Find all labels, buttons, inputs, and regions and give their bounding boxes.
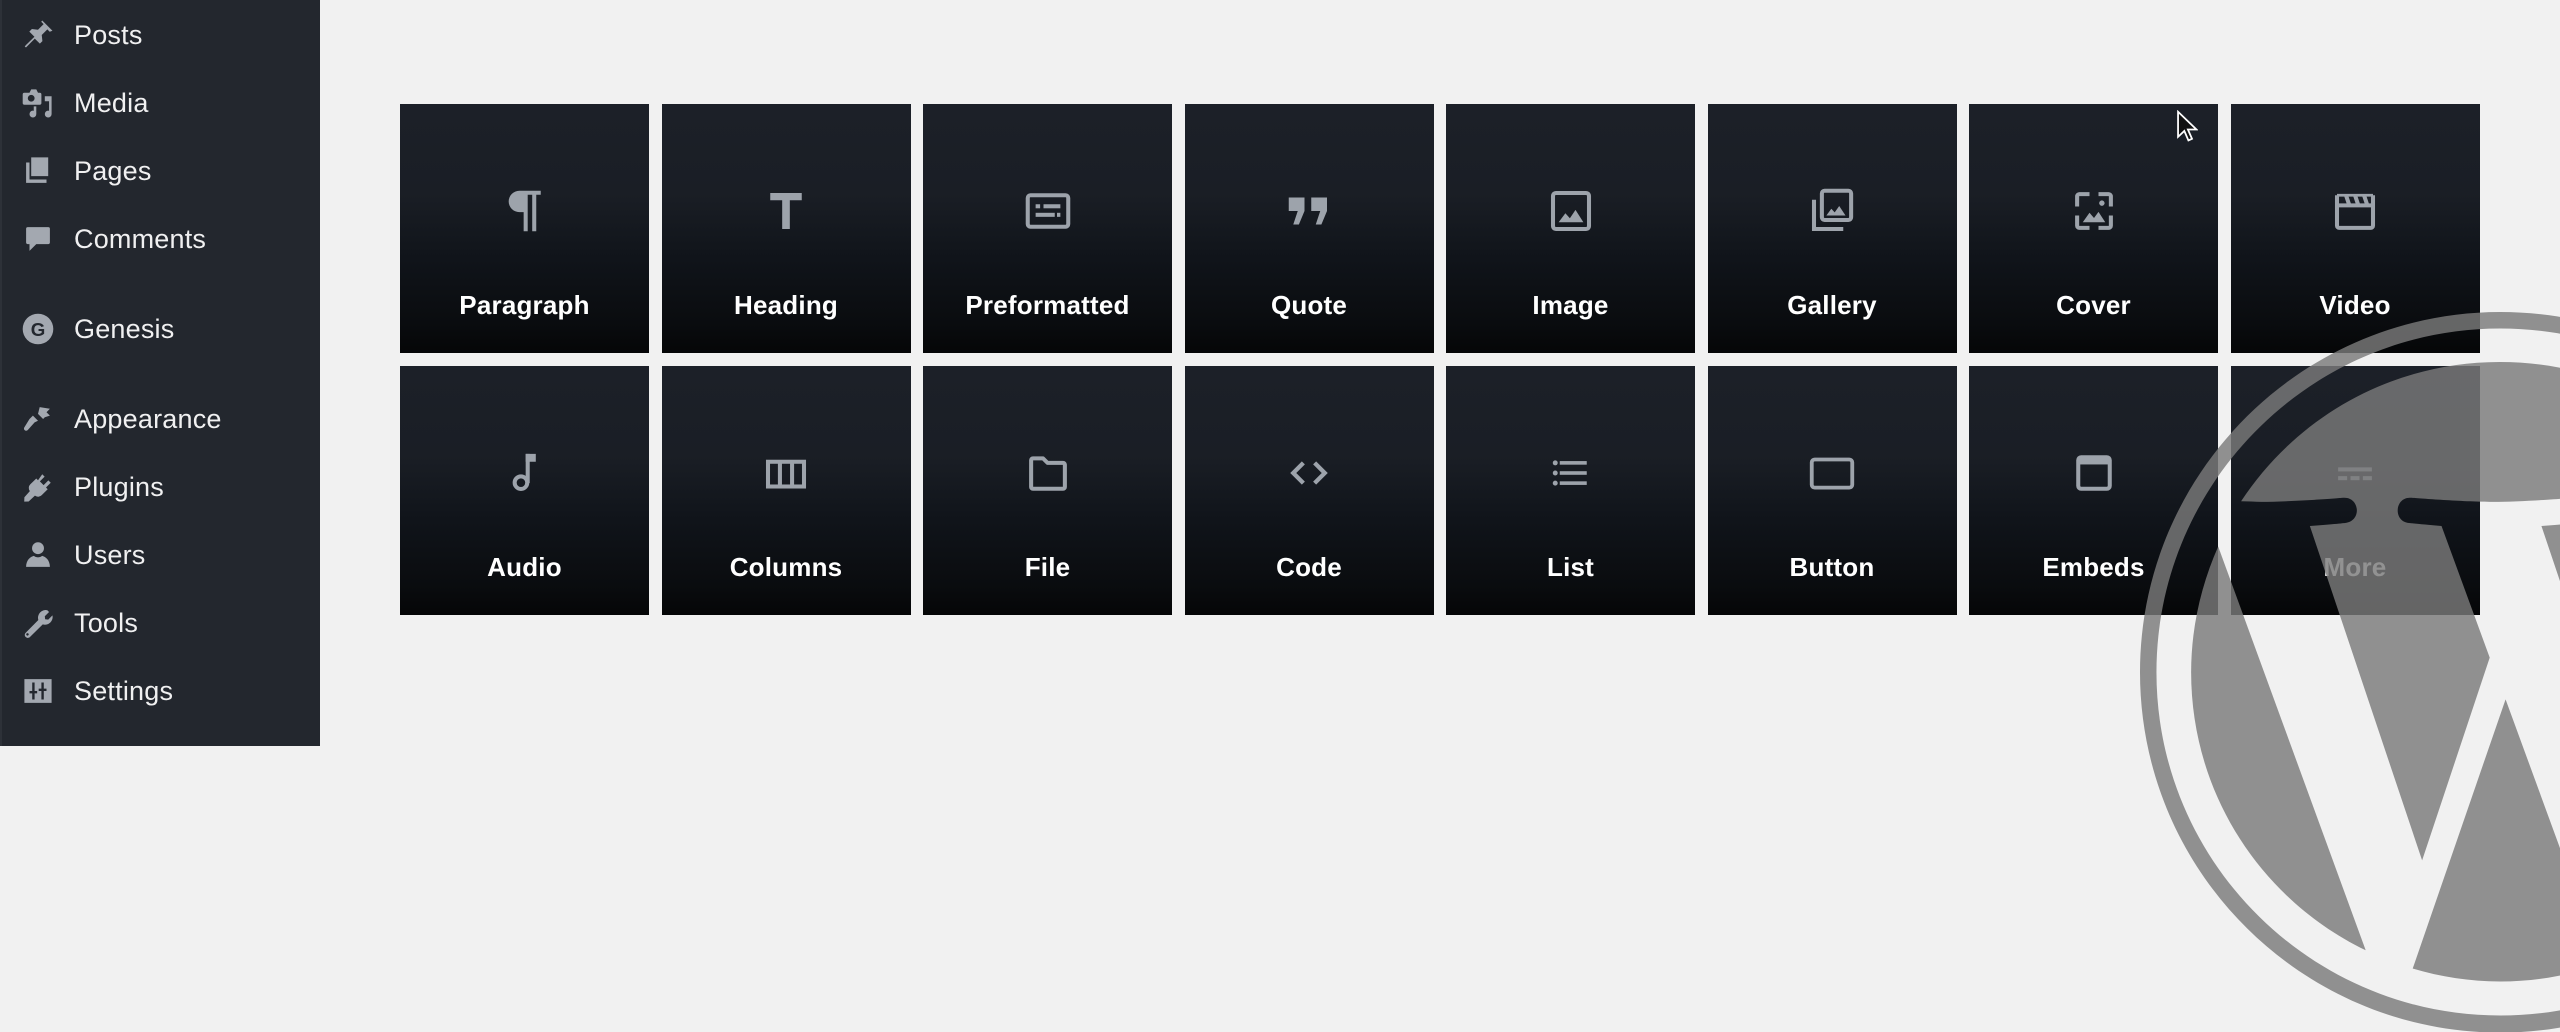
sidebar-item-media[interactable]: Media: [2, 78, 320, 128]
media-icon: [20, 85, 56, 121]
sliders-icon: [20, 673, 56, 709]
list-icon: [1544, 446, 1598, 500]
block-label: Audio: [487, 552, 562, 582]
sidebar-item-tools[interactable]: Tools: [2, 598, 320, 648]
embeds-icon: [2067, 446, 2121, 500]
block-label: Video: [2319, 290, 2391, 320]
more-icon: [2328, 446, 2382, 500]
audio-icon: [498, 446, 552, 500]
block-label: More: [2323, 552, 2387, 582]
sidebar-label: Appearance: [74, 403, 222, 434]
sidebar-item-appearance[interactable]: Appearance: [2, 394, 320, 444]
cover-icon: [2067, 184, 2121, 238]
block-tile-preformatted[interactable]: Preformatted: [923, 104, 1172, 353]
block-tile-more[interactable]: More: [2230, 366, 2480, 615]
sidebar-label: Pages: [74, 155, 152, 186]
block-tile-image[interactable]: Image: [1446, 104, 1695, 353]
block-tile-audio[interactable]: Audio: [400, 366, 649, 615]
admin-sidebar: Posts Media Pages Comments G Genesis App…: [0, 0, 320, 746]
block-label: File: [1024, 552, 1071, 582]
heading-icon: [759, 184, 813, 238]
user-icon: [20, 537, 56, 573]
block-label: Heading: [734, 290, 838, 320]
block-label: Embeds: [2042, 552, 2145, 582]
pages-icon: [20, 153, 56, 189]
video-icon: [2328, 184, 2382, 238]
sidebar-label: Settings: [74, 675, 174, 706]
sidebar-label: Comments: [74, 223, 207, 254]
block-label: Button: [1789, 552, 1875, 582]
comment-icon: [20, 221, 56, 257]
sidebar-item-comments[interactable]: Comments: [2, 214, 320, 264]
sidebar-item-users[interactable]: Users: [2, 530, 320, 580]
genesis-g-icon: G: [20, 311, 56, 347]
block-tile-heading[interactable]: Heading: [661, 104, 911, 353]
block-tile-file[interactable]: File: [923, 366, 1172, 615]
sidebar-item-pages[interactable]: Pages: [2, 146, 320, 196]
sidebar-label: Posts: [74, 19, 143, 50]
wrench-icon: [20, 605, 56, 641]
block-tile-code[interactable]: Code: [1184, 366, 1434, 615]
preformatted-icon: [1021, 184, 1075, 238]
svg-text:G: G: [31, 319, 46, 340]
block-label: Preformatted: [965, 290, 1130, 320]
sidebar-item-posts[interactable]: Posts: [2, 10, 320, 60]
sidebar-label: Media: [74, 87, 149, 118]
block-tile-gallery[interactable]: Gallery: [1707, 104, 1957, 353]
block-label: Quote: [1270, 290, 1348, 320]
columns-icon: [759, 446, 813, 500]
block-label: Code: [1276, 552, 1342, 582]
pushpin-icon: [20, 17, 56, 53]
block-tile-paragraph[interactable]: Paragraph: [400, 104, 649, 353]
image-icon: [1544, 184, 1598, 238]
sidebar-label: Plugins: [74, 471, 164, 502]
sidebar-item-plugins[interactable]: Plugins: [2, 462, 320, 512]
block-tile-video[interactable]: Video: [2230, 104, 2480, 353]
mouse-cursor-icon: [2177, 110, 2198, 142]
sidebar-label: Users: [74, 539, 146, 570]
block-label: Image: [1532, 290, 1609, 320]
sidebar-item-settings[interactable]: Settings: [2, 666, 320, 716]
block-label: Cover: [2056, 290, 2131, 320]
sidebar-label: Tools: [74, 607, 139, 638]
plug-icon: [20, 469, 56, 505]
code-icon: [1282, 446, 1336, 500]
quote-icon: [1282, 184, 1336, 238]
block-label: List: [1546, 552, 1595, 582]
sidebar-label: Genesis: [74, 313, 175, 344]
paintbrush-icon: [20, 401, 56, 437]
block-tile-columns[interactable]: Columns: [661, 366, 911, 615]
block-label: Columns: [729, 552, 843, 582]
paragraph-icon: [498, 184, 552, 238]
block-tile-quote[interactable]: Quote: [1184, 104, 1434, 353]
gallery-icon: [1805, 184, 1859, 238]
block-tile-button[interactable]: Button: [1707, 366, 1957, 615]
sidebar-item-genesis[interactable]: G Genesis: [2, 304, 320, 354]
block-label: Paragraph: [459, 290, 590, 320]
block-tile-list[interactable]: List: [1446, 366, 1695, 615]
block-tile-embeds[interactable]: Embeds: [1969, 366, 2218, 615]
block-label: Gallery: [1787, 290, 1877, 320]
file-icon: [1021, 446, 1075, 500]
button-icon: [1805, 446, 1859, 500]
